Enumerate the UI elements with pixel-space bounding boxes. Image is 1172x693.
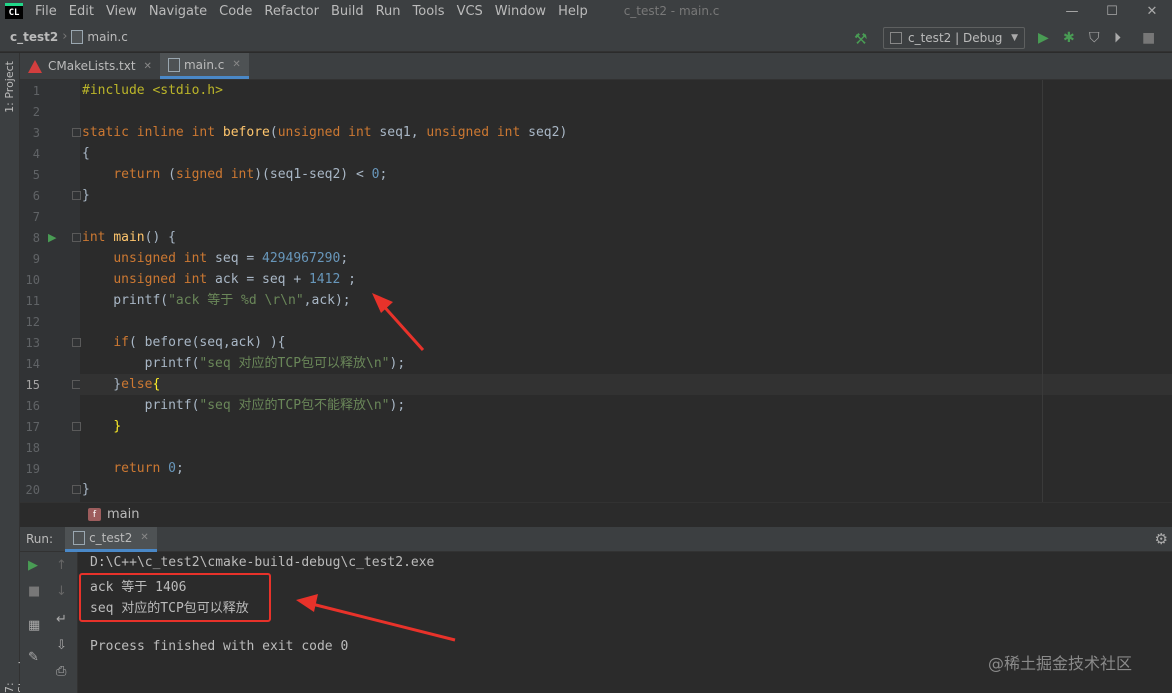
annotation-arrow-console bbox=[296, 594, 456, 642]
annotation-arrows bbox=[296, 293, 456, 642]
annotation-arrow-code bbox=[372, 293, 425, 352]
watermark: @稀土掘金技术社区 bbox=[988, 654, 1133, 673]
